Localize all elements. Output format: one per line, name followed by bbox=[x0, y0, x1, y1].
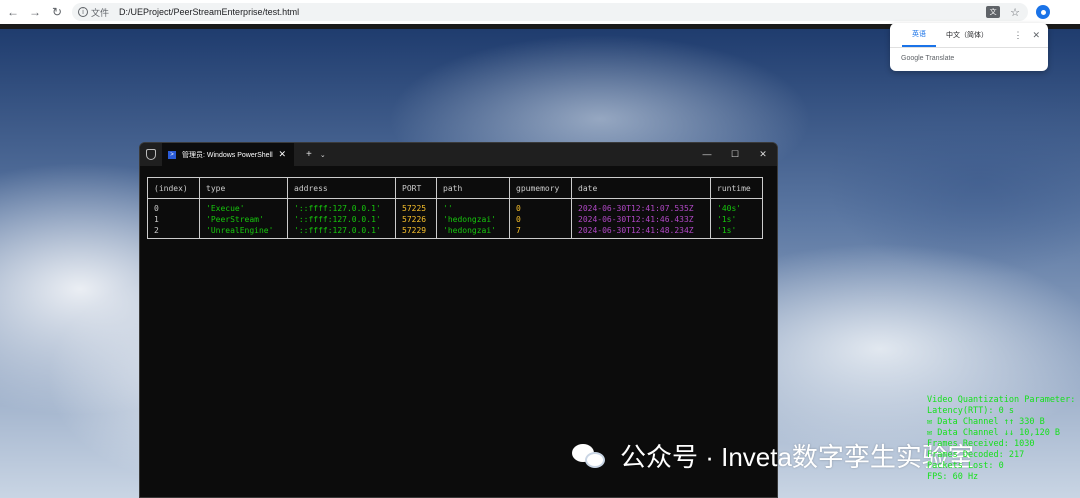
shield-icon bbox=[146, 149, 156, 160]
path-value: 'hedongzai' bbox=[443, 226, 496, 235]
cell-runtime: '40s' '1s' '1s' bbox=[710, 198, 763, 239]
wechat-icon bbox=[572, 442, 608, 470]
tab-chinese-simplified[interactable]: 中文（简体） bbox=[936, 23, 998, 47]
browser-toolbar: ← → ↻ i 文件 D:/UEProject/PeerStreamEnterp… bbox=[0, 0, 1080, 24]
index-value: 2 bbox=[154, 226, 159, 235]
runtime-value: '1s' bbox=[717, 226, 737, 235]
gpumemory-value: 0 bbox=[516, 204, 521, 213]
gpumemory-value: 0 bbox=[516, 215, 521, 224]
header-date: date bbox=[571, 177, 711, 199]
address-value: '::ffff:127.0.0.1' bbox=[294, 204, 381, 213]
google-translate-label: Google Translate bbox=[901, 55, 955, 62]
type-value: 'PeerStream' bbox=[206, 215, 264, 224]
new-tab-icon[interactable]: + bbox=[306, 149, 312, 160]
header-path: path bbox=[436, 177, 510, 199]
terminal-output[interactable]: (index) type address PORT path gpumemory… bbox=[140, 166, 777, 239]
table-row: 0 1 2 'Execue' 'PeerStream' 'UnrealEngin… bbox=[147, 198, 763, 239]
port-value: 57229 bbox=[402, 226, 427, 235]
cell-type: 'Execue' 'PeerStream' 'UnrealEngine' bbox=[199, 198, 288, 239]
gpumemory-value: 7 bbox=[516, 226, 521, 235]
stats-line: Frames Decoded: 217 bbox=[927, 450, 1025, 460]
stats-line: Frames Received: 1030 bbox=[927, 439, 1035, 449]
wechat-watermark: 公众号 · Inveta数字孪生实验室 bbox=[572, 437, 974, 474]
more-options-icon[interactable]: ⋮ bbox=[1013, 30, 1022, 41]
terminal-titlebar: > 管理员: Windows PowerShell ✕ + ⌄ — ☐ ✕ bbox=[140, 143, 777, 166]
header-type: type bbox=[199, 177, 288, 199]
profile-avatar-icon[interactable] bbox=[1036, 5, 1050, 19]
close-icon[interactable]: ✕ bbox=[1032, 30, 1040, 41]
chevron-down-icon[interactable]: ⌄ bbox=[320, 151, 326, 159]
forward-icon[interactable]: → bbox=[26, 3, 44, 21]
back-icon[interactable]: ← bbox=[4, 3, 22, 21]
window-close-icon[interactable]: ✕ bbox=[749, 149, 777, 160]
stats-line: ✉ Data Channel ↑↑ 330 B bbox=[927, 417, 1045, 427]
cell-index: 0 1 2 bbox=[147, 198, 200, 239]
cell-date: 2024-06-30T12:41:07.535Z 2024-06-30T12:4… bbox=[571, 198, 711, 239]
type-value: 'UnrealEngine' bbox=[206, 226, 274, 235]
stats-line: Video Quantization Parameter: bbox=[927, 395, 1076, 405]
date-value: 2024-06-30T12:41:46.433Z bbox=[578, 215, 694, 224]
terminal-tab[interactable]: > 管理员: Windows PowerShell ✕ bbox=[162, 143, 294, 166]
reload-icon[interactable]: ↻ bbox=[48, 3, 66, 21]
path-value: '' bbox=[443, 204, 453, 213]
minimize-icon[interactable]: — bbox=[693, 149, 721, 160]
cell-gpumemory: 0 0 7 bbox=[509, 198, 572, 239]
stream-stats-overlay: Video Quantization Parameter: Latency(RT… bbox=[927, 395, 1080, 483]
path-value: 'hedongzai' bbox=[443, 215, 496, 224]
terminal-tab-title: 管理员: Windows PowerShell bbox=[182, 151, 273, 159]
header-port: PORT bbox=[395, 177, 437, 199]
url-text[interactable]: D:/UEProject/PeerStreamEnterprise/test.h… bbox=[119, 7, 299, 17]
watermark-text: 公众号 · Inveta数字孪生实验室 bbox=[620, 442, 974, 472]
runtime-value: '1s' bbox=[717, 215, 737, 224]
cell-address: '::ffff:127.0.0.1' '::ffff:127.0.0.1' ':… bbox=[287, 198, 396, 239]
index-value: 1 bbox=[154, 215, 159, 224]
header-address: address bbox=[287, 177, 396, 199]
port-value: 57226 bbox=[402, 215, 427, 224]
translate-popup: 英语 中文（简体） ⋮ ✕ Google Translate bbox=[890, 23, 1048, 71]
stats-line: FPS: 60 Hz bbox=[927, 472, 979, 482]
table-header-row: (index) type address PORT path gpumemory… bbox=[147, 177, 763, 199]
tab-close-icon[interactable]: ✕ bbox=[278, 149, 286, 160]
type-value: 'Execue' bbox=[206, 204, 245, 213]
star-icon[interactable]: ☆ bbox=[1010, 6, 1020, 19]
date-value: 2024-06-30T12:41:07.535Z bbox=[578, 204, 694, 213]
console-table: (index) type address PORT path gpumemory… bbox=[147, 177, 763, 239]
runtime-value: '40s' bbox=[717, 204, 742, 213]
stats-line: ✉ Data Channel ↓↓ 10,120 B bbox=[927, 428, 1061, 438]
maximize-icon[interactable]: ☐ bbox=[721, 149, 749, 160]
address-value: '::ffff:127.0.0.1' bbox=[294, 215, 381, 224]
address-bar[interactable]: i 文件 D:/UEProject/PeerStreamEnterprise/t… bbox=[72, 3, 1028, 21]
header-gpumemory: gpumemory bbox=[509, 177, 572, 199]
header-index: (index) bbox=[147, 177, 200, 199]
index-value: 0 bbox=[154, 204, 159, 213]
translate-icon[interactable]: 文 bbox=[986, 6, 1001, 18]
tab-english[interactable]: 英语 bbox=[902, 23, 936, 47]
address-value: '::ffff:127.0.0.1' bbox=[294, 226, 381, 235]
stats-line: Latency(RTT): 0 s bbox=[927, 406, 1014, 416]
stats-line: Packets Lost: 0 bbox=[927, 461, 1004, 471]
powershell-icon: > bbox=[168, 150, 176, 159]
file-label: 文件 bbox=[91, 7, 110, 18]
date-value: 2024-06-30T12:41:48.234Z bbox=[578, 226, 694, 235]
cell-port: 57225 57226 57229 bbox=[395, 198, 437, 239]
header-runtime: runtime bbox=[710, 177, 763, 199]
info-icon[interactable]: i bbox=[78, 7, 88, 17]
port-value: 57225 bbox=[402, 204, 427, 213]
cell-path: '' 'hedongzai' 'hedongzai' bbox=[436, 198, 510, 239]
